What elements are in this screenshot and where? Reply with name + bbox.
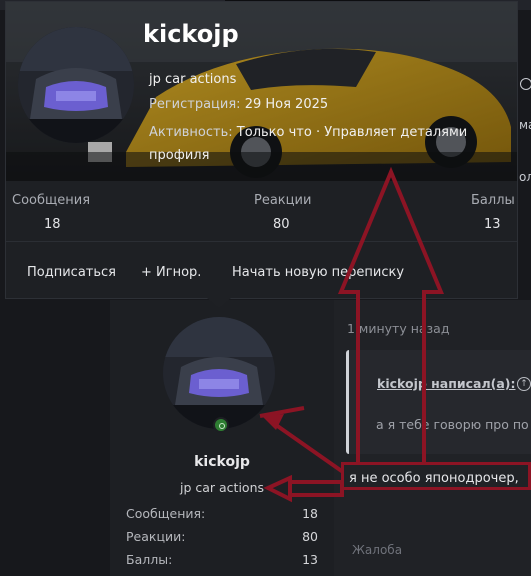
start-conversation-button[interactable]: Начать новую переписку <box>232 265 404 280</box>
post-time[interactable]: 1 минуту назад <box>347 321 449 336</box>
quote-text: а я тебе говорю про по <box>376 417 529 432</box>
message-text: я не особо японодрочер, <box>341 462 531 490</box>
profile-activity-continued: профиля <box>149 148 210 163</box>
divider <box>6 241 517 242</box>
follow-button[interactable]: Подписаться <box>27 265 116 280</box>
stat-reactions-value[interactable]: 80 <box>273 217 290 232</box>
stat-reactions-label: Реакции <box>254 193 312 208</box>
profile-avatar[interactable] <box>18 27 134 143</box>
profile-registration: Регистрация: 29 Ноя 2025 <box>149 97 329 112</box>
post-stat-messages: Сообщения: 18 <box>126 506 318 521</box>
quote-block <box>346 350 531 454</box>
post-username[interactable]: kickojp <box>110 454 334 470</box>
ignore-button[interactable]: + Игнор. <box>141 265 201 280</box>
post-stat-points: Баллы: 13 <box>126 552 318 567</box>
profile-username[interactable]: kickojp <box>143 20 239 48</box>
profile-activity: Активность: Только что · Управляет детал… <box>149 125 468 140</box>
post-user-title: jp car actions <box>179 480 264 495</box>
edge-fragment-ma: ма <box>519 118 531 132</box>
online-status-icon <box>213 417 229 433</box>
profile-stats: Сообщения 18 Реакции 80 Баллы 13 <box>6 181 517 241</box>
profile-user-title: jp car actions <box>149 72 237 87</box>
member-tooltip-card: kickojp jp car actions Регистрация: 29 Н… <box>5 1 518 299</box>
stat-messages-label: Сообщения <box>12 193 91 208</box>
edge-fragment-ol: ол <box>519 170 531 184</box>
stat-points-label: Баллы <box>471 193 515 208</box>
arrow-up-icon[interactable]: ↑ <box>517 377 531 391</box>
stat-messages-value[interactable]: 18 <box>44 217 61 232</box>
stat-points-value[interactable]: 13 <box>484 217 501 232</box>
edge-arrow-icon <box>520 78 531 90</box>
post-stat-reactions: Реакции: 80 <box>126 529 318 544</box>
post-avatar[interactable] <box>163 317 275 429</box>
tooltip-pointer <box>207 298 231 308</box>
report-link[interactable]: Жалоба <box>352 543 402 557</box>
quote-author-link[interactable]: kickojp написал(а): <box>377 376 515 391</box>
